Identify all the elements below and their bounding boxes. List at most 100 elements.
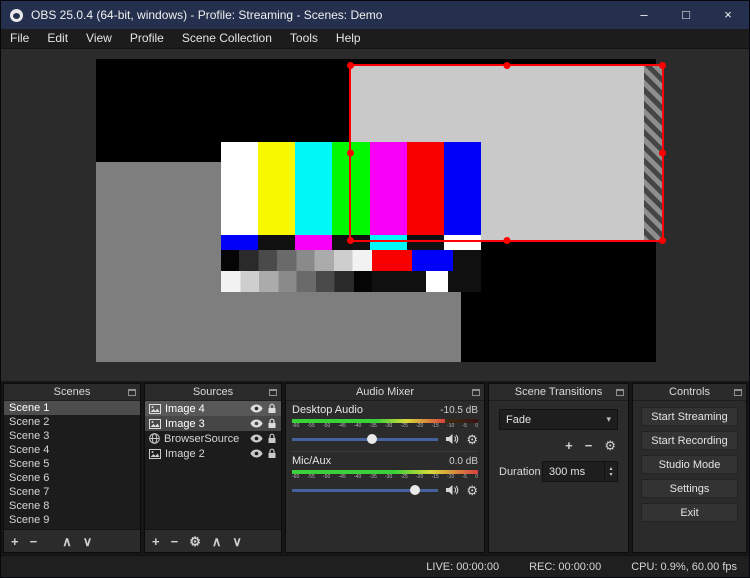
start-streaming-button[interactable]: Start Streaming <box>641 407 738 426</box>
remove-source-button[interactable]: − <box>171 535 179 548</box>
add-source-button[interactable]: + <box>152 535 160 548</box>
minimize-button[interactable]: – <box>623 1 665 29</box>
scene-item[interactable]: Scene 9 <box>4 513 140 527</box>
selection-handle[interactable] <box>659 237 666 244</box>
obs-window: OBS 25.0.4 (64-bit, windows) - Profile: … <box>0 0 750 578</box>
close-button[interactable]: × <box>707 1 749 29</box>
source-properties-gear-icon[interactable]: ⚙ <box>189 535 201 548</box>
scenes-list: Scene 1 Scene 2 Scene 3 Scene 4 Scene 5 … <box>4 401 140 530</box>
selection-handle[interactable] <box>503 62 510 69</box>
menu-tools[interactable]: Tools <box>281 29 327 48</box>
source-name: Image 3 <box>165 417 205 430</box>
volume-slider-handle[interactable] <box>367 434 378 444</box>
menu-help[interactable]: Help <box>327 29 370 48</box>
scene-transitions-dock: Scene Transitions Fade ▾ + − ⚙ Duration … <box>488 383 629 553</box>
window-controls: – □ × <box>623 1 749 29</box>
gear-icon[interactable]: ⚙ <box>466 484 478 497</box>
duration-label: Duration <box>499 465 541 478</box>
lock-icon[interactable] <box>267 418 277 429</box>
transition-select[interactable]: Fade ▾ <box>499 409 618 430</box>
source-row[interactable]: BrowserSource <box>145 431 281 446</box>
selection-handle[interactable] <box>659 62 666 69</box>
menu-profile[interactable]: Profile <box>121 29 173 48</box>
scene-item[interactable]: Scene 7 <box>4 485 140 499</box>
volume-slider[interactable] <box>292 434 439 444</box>
dock-pin-icon[interactable] <box>269 389 277 396</box>
move-scene-down-button[interactable]: ∨ <box>83 535 93 548</box>
source-row[interactable]: Image 2 <box>145 446 281 461</box>
move-source-down-button[interactable]: ∨ <box>232 535 242 548</box>
duration-spinbox[interactable]: 300 ms ▴ ▾ <box>542 461 618 482</box>
spin-down-icon[interactable]: ▾ <box>609 472 612 478</box>
volume-slider-handle[interactable] <box>409 485 420 495</box>
scene-item[interactable]: Scene 5 <box>4 457 140 471</box>
volume-slider[interactable] <box>292 485 439 495</box>
transition-buttons: + − ⚙ <box>499 439 618 452</box>
scene-canvas[interactable] <box>96 59 666 362</box>
scene-item[interactable]: Scene 2 <box>4 415 140 429</box>
move-source-up-button[interactable]: ∧ <box>212 535 222 548</box>
dock-pin-icon[interactable] <box>734 389 742 396</box>
audio-mixer-dock-title: Audio Mixer <box>355 386 415 398</box>
speaker-icon[interactable] <box>445 433 459 445</box>
dock-pin-icon[interactable] <box>128 389 136 396</box>
selection-handle[interactable] <box>503 237 510 244</box>
dock-pin-icon[interactable] <box>616 389 624 396</box>
add-transition-button[interactable]: + <box>565 439 573 452</box>
rec-time: REC: 00:00:00 <box>529 560 602 573</box>
sources-list: Image 4 Image 3 BrowserSource Image 2 <box>145 401 281 530</box>
remove-scene-button[interactable]: − <box>30 535 38 548</box>
selection-border[interactable] <box>347 62 666 244</box>
menu-view[interactable]: View <box>77 29 121 48</box>
mixer-channel-desktop-audio: Desktop Audio -10.5 dB -60 -55 -50 -45 -40 -3… <box>292 404 478 448</box>
menu-file[interactable]: File <box>1 29 38 48</box>
dock-row: Scenes Scene 1 Scene 2 Scene 3 Scene 4 S… <box>1 381 749 555</box>
scene-item[interactable]: Scene 4 <box>4 443 140 457</box>
volume-meter-fill <box>292 470 478 474</box>
selection-handle[interactable] <box>347 237 354 244</box>
move-scene-up-button[interactable]: ∧ <box>62 535 72 548</box>
lock-icon[interactable] <box>267 448 277 459</box>
transitions-dock-title: Scene Transitions <box>514 386 603 398</box>
selection-handle[interactable] <box>659 149 666 157</box>
remove-transition-button[interactable]: − <box>585 439 593 452</box>
controls-dock: Controls Start Streaming Start Recording… <box>632 383 747 553</box>
scene-item[interactable]: Scene 8 <box>4 499 140 513</box>
controls-dock-header: Controls <box>633 384 746 401</box>
transition-properties-gear-icon[interactable]: ⚙ <box>604 439 616 452</box>
mixer-channel-mic-aux: Mic/Aux 0.0 dB -60 -55 -50 -45 -40 -35 -30 -25-… <box>292 455 478 499</box>
add-scene-button[interactable]: + <box>11 535 19 548</box>
speaker-icon[interactable] <box>445 484 459 496</box>
exit-button[interactable]: Exit <box>641 503 738 522</box>
source-row[interactable]: Image 3 <box>145 416 281 431</box>
dock-pin-icon[interactable] <box>472 389 480 396</box>
volume-meter-fill <box>292 419 446 423</box>
selection-handle[interactable] <box>347 149 354 157</box>
scene-item[interactable]: Scene 6 <box>4 471 140 485</box>
scenes-dock-title: Scenes <box>53 386 91 398</box>
scene-item[interactable]: Scene 3 <box>4 429 140 443</box>
menu-edit[interactable]: Edit <box>38 29 77 48</box>
settings-button[interactable]: Settings <box>641 479 738 498</box>
sources-dock-header: Sources <box>145 384 281 401</box>
source-name: Image 2 <box>165 447 205 460</box>
lock-icon[interactable] <box>267 403 277 414</box>
source-row[interactable]: Image 4 <box>145 401 281 416</box>
studio-mode-button[interactable]: Studio Mode <box>641 455 738 474</box>
visibility-eye-icon[interactable] <box>250 419 263 428</box>
visibility-eye-icon[interactable] <box>250 434 263 443</box>
scene-item[interactable]: Scene 1 <box>4 401 140 415</box>
menu-scene-collection[interactable]: Scene Collection <box>173 29 281 48</box>
sources-dock-title: Sources <box>192 386 234 398</box>
transitions-body: Fade ▾ + − ⚙ Duration 300 ms ▴ ▾ <box>489 401 628 552</box>
selection-handle[interactable] <box>347 62 354 69</box>
maximize-button[interactable]: □ <box>665 1 707 29</box>
lock-icon[interactable] <box>267 433 277 444</box>
start-recording-button[interactable]: Start Recording <box>641 431 738 450</box>
channel-divider <box>292 451 478 452</box>
sources-dock: Sources Image 4 Image 3 BrowserSource Im… <box>144 383 282 553</box>
mixer-body: Desktop Audio -10.5 dB -60 -55 -50 -45 -40 -3… <box>286 401 484 552</box>
visibility-eye-icon[interactable] <box>250 404 263 413</box>
gear-icon[interactable]: ⚙ <box>466 433 478 446</box>
visibility-eye-icon[interactable] <box>250 449 263 458</box>
